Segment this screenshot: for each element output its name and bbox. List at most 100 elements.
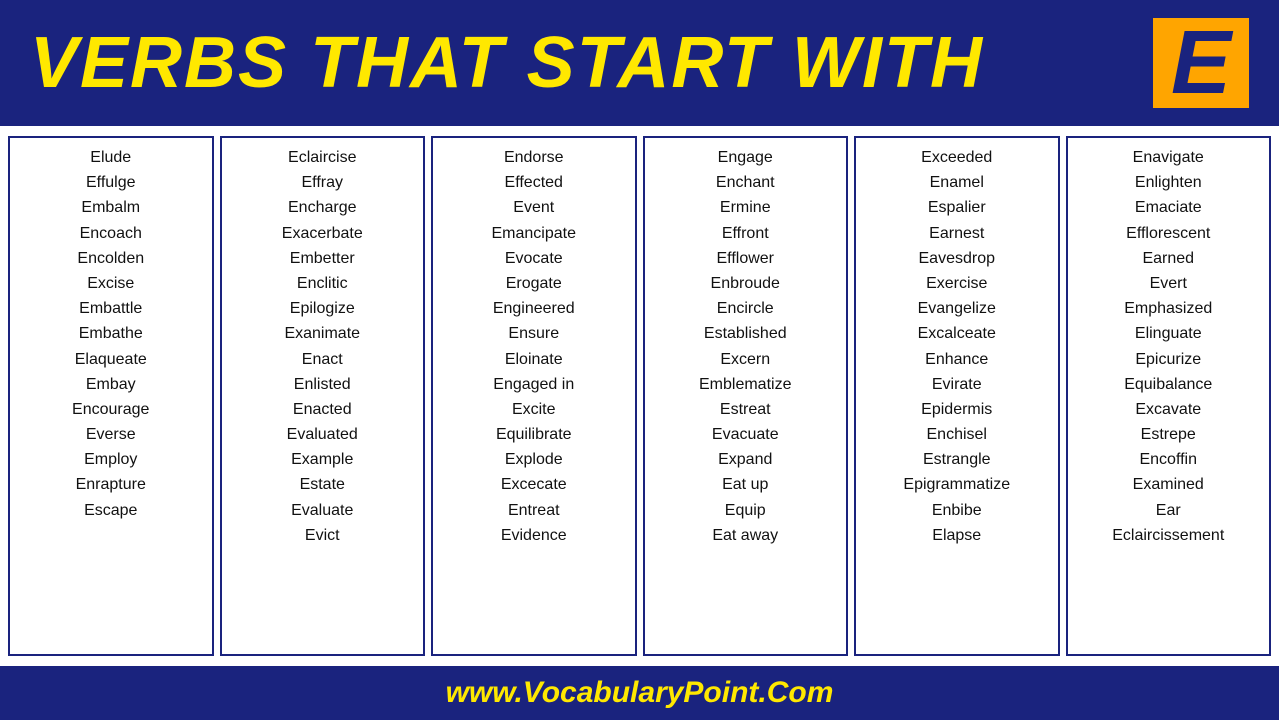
list-item: Encoach [80, 222, 142, 245]
list-item: Escape [84, 499, 137, 522]
list-item: Eclaircissement [1112, 524, 1224, 547]
list-item: Equibalance [1124, 373, 1212, 396]
list-item: Explode [505, 448, 563, 471]
list-item: Enavigate [1133, 146, 1204, 169]
list-item: Engineered [493, 297, 575, 320]
list-item: Expand [718, 448, 772, 471]
column-5: ExceededEnamelEspalierEarnestEavesdropEx… [854, 136, 1060, 656]
list-item: Engage [718, 146, 773, 169]
list-item: Enhance [925, 348, 988, 371]
list-item: Eloinate [505, 348, 563, 371]
column-6: EnavigateEnlightenEmaciateEfflorescentEa… [1066, 136, 1272, 656]
list-item: Elinguate [1135, 322, 1202, 345]
list-item: Estrepe [1141, 423, 1196, 446]
list-item: Employ [84, 448, 137, 471]
list-item: Enact [302, 348, 343, 371]
list-item: Examined [1133, 473, 1204, 496]
list-item: Emaciate [1135, 196, 1202, 219]
list-item: Established [704, 322, 787, 345]
list-item: Event [513, 196, 554, 219]
list-item: Embathe [79, 322, 143, 345]
list-item: Evacuate [712, 423, 779, 446]
list-item: Epidermis [921, 398, 992, 421]
list-item: Engaged in [493, 373, 574, 396]
list-item: Espalier [928, 196, 986, 219]
list-item: Eat up [722, 473, 768, 496]
list-item: Excavate [1135, 398, 1201, 421]
list-item: Excise [87, 272, 134, 295]
list-item: Enacted [293, 398, 352, 421]
list-item: Ermine [720, 196, 771, 219]
list-item: Excalceate [918, 322, 996, 345]
list-item: Example [291, 448, 353, 471]
list-item: Everse [86, 423, 136, 446]
list-item: Estate [300, 473, 345, 496]
list-item: Evirate [932, 373, 982, 396]
footer-url: www.VocabularyPoint.Com [446, 676, 834, 709]
column-3: EndorseEffectedEventEmancipateEvocateEro… [431, 136, 637, 656]
list-item: Encircle [717, 297, 774, 320]
list-item: Effray [302, 171, 344, 194]
list-item: Excecate [501, 473, 567, 496]
list-item: Epicurize [1135, 348, 1201, 371]
list-item: Evaluated [287, 423, 358, 446]
list-item: Elaqueate [75, 348, 147, 371]
list-item: Evict [305, 524, 340, 547]
header-title: VERBS THAT START WITH [30, 27, 984, 99]
list-item: Efflower [716, 247, 774, 270]
column-1: EludeEffulgeEmbalmEncoachEncoldenExciseE… [8, 136, 214, 656]
list-item: Effulge [86, 171, 136, 194]
list-item: Earned [1142, 247, 1194, 270]
header: VERBS THAT START WITH E [0, 0, 1279, 126]
list-item: Enbibe [932, 499, 982, 522]
column-2: EclairciseEffrayEnchargeExacerbateEmbett… [220, 136, 426, 656]
list-item: Embattle [79, 297, 142, 320]
list-item: Exceeded [921, 146, 992, 169]
list-item: Ear [1156, 499, 1181, 522]
list-item: Enrapture [76, 473, 146, 496]
list-item: Emblematize [699, 373, 791, 396]
list-item: Estreat [720, 398, 771, 421]
list-item: Equilibrate [496, 423, 572, 446]
list-item: Evidence [501, 524, 567, 547]
column-4: EngageEnchantErmine EffrontEfflowerEnbrou… [643, 136, 849, 656]
list-item: Endorse [504, 146, 564, 169]
list-item: Exanimate [284, 322, 360, 345]
list-item: Encoffin [1139, 448, 1197, 471]
list-item: Effront [722, 222, 769, 245]
list-item: Ensure [508, 322, 559, 345]
list-item: Epigrammatize [903, 473, 1010, 496]
list-item: Equip [725, 499, 766, 522]
list-item: Eclaircise [288, 146, 356, 169]
list-item: Eat away [712, 524, 778, 547]
list-item: Erogate [506, 272, 562, 295]
list-item: Evangelize [918, 297, 996, 320]
list-item: Encharge [288, 196, 357, 219]
list-item: Enclitic [297, 272, 348, 295]
list-item: Encourage [72, 398, 149, 421]
list-item: Epilogize [290, 297, 355, 320]
list-item: Elapse [932, 524, 981, 547]
list-item: Encolden [77, 247, 144, 270]
list-item: Excite [512, 398, 556, 421]
list-item: Enlighten [1135, 171, 1202, 194]
list-item: Earnest [929, 222, 984, 245]
list-item: Embay [86, 373, 136, 396]
list-item: Emancipate [492, 222, 577, 245]
list-item: Emphasized [1124, 297, 1212, 320]
list-item: Elude [90, 146, 131, 169]
list-item: Exercise [926, 272, 987, 295]
header-letter: E [1153, 18, 1249, 108]
list-item: Embetter [290, 247, 355, 270]
main-content: EludeEffulgeEmbalmEncoachEncoldenExciseE… [0, 126, 1279, 666]
footer: www.VocabularyPoint.Com [0, 666, 1279, 720]
list-item: Entreat [508, 499, 560, 522]
list-item: Evert [1150, 272, 1187, 295]
list-item: Excern [720, 348, 770, 371]
page-wrapper: VERBS THAT START WITH E EludeEffulgeEmba… [0, 0, 1279, 720]
list-item: Enchant [716, 171, 775, 194]
list-item: Embalm [81, 196, 140, 219]
list-item: Eavesdrop [919, 247, 996, 270]
list-item: Enbroude [711, 272, 780, 295]
list-item: Enlisted [294, 373, 351, 396]
